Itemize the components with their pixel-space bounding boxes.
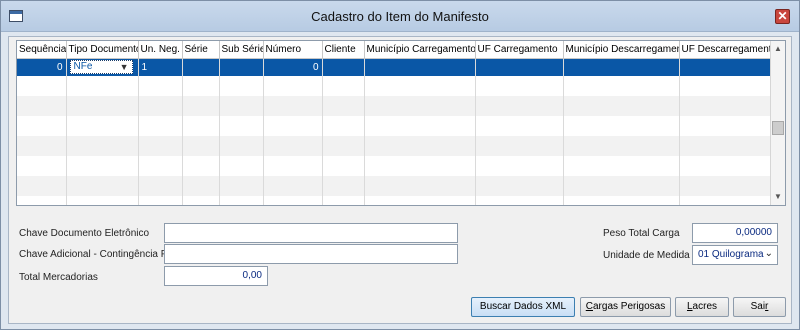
column-header-sequencia[interactable]: Sequência	[17, 41, 67, 59]
unidade-medida-label: Unidade de Medida	[603, 250, 690, 261]
empty-row	[17, 96, 772, 116]
chave-documento-label: Chave Documento Eletrônico	[19, 228, 150, 239]
table-row[interactable]: 0 NFe ▼ 1 0	[17, 58, 772, 76]
cargas-perigosas-button[interactable]: Cargas Perigosas	[580, 297, 671, 317]
close-button[interactable]: ✕	[775, 9, 790, 24]
unidade-medida-select[interactable]: 01 Quilograma ⌄	[692, 245, 778, 265]
peso-total-field[interactable]: 0,00000	[692, 223, 778, 243]
cell-serie[interactable]	[182, 58, 220, 76]
total-mercadorias-field[interactable]: 0,00	[164, 266, 268, 286]
peso-total-label: Peso Total Carga	[603, 228, 680, 239]
column-header-un-neg[interactable]: Un. Neg.	[138, 41, 183, 59]
empty-row	[17, 76, 772, 96]
cell-municipio-carregamento[interactable]	[364, 58, 476, 76]
cargas-perigosas-label: argas Perigosas	[592, 301, 666, 312]
content-panel: Sequência Tipo Documento Un. Neg. Série …	[8, 36, 792, 324]
sair-accelerator: r	[765, 301, 769, 312]
sair-label: Sai	[750, 301, 766, 312]
items-table: Sequência Tipo Documento Un. Neg. Série …	[17, 41, 772, 205]
empty-row	[17, 116, 772, 136]
total-mercadorias-label: Total Mercadorias	[19, 272, 98, 283]
chave-adicional-field[interactable]	[164, 244, 458, 264]
manifest-item-window: Cadastro do Item do Manifesto ✕ Sequênci…	[0, 0, 800, 330]
grid-vertical-scrollbar[interactable]: ▲ ▼	[770, 41, 785, 205]
lacres-label: acres	[692, 301, 717, 312]
column-header-uf-descarregamento[interactable]: UF Descarregamento	[679, 41, 772, 59]
column-header-municipio-descarregamento[interactable]: Município Descarregamento	[563, 41, 680, 59]
scroll-thumb[interactable]	[772, 121, 784, 135]
window-title: Cadastro do Item do Manifesto	[311, 9, 489, 24]
cargas-perigosas-accelerator: C	[585, 301, 593, 312]
cell-uf-carregamento[interactable]	[475, 58, 564, 76]
cell-sequencia[interactable]: 0	[17, 58, 67, 76]
column-header-uf-carregamento[interactable]: UF Carregamento	[475, 41, 564, 59]
chevron-down-icon: ⌄	[764, 248, 773, 259]
cell-cliente[interactable]	[322, 58, 365, 76]
cell-municipio-descarregamento[interactable]	[563, 58, 680, 76]
empty-row	[17, 196, 772, 205]
tipo-documento-value: NFe	[73, 61, 93, 73]
cell-numero[interactable]: 0	[263, 58, 323, 76]
tipo-documento-select[interactable]: NFe ▼	[69, 60, 133, 75]
empty-row	[17, 136, 772, 156]
column-header-sub-serie[interactable]: Sub Série	[219, 41, 264, 59]
column-header-serie[interactable]: Série	[182, 41, 220, 59]
scroll-up-icon[interactable]: ▲	[771, 42, 785, 56]
chave-adicional-label: Chave Adicional - Contingência FS	[19, 249, 174, 260]
column-header-cliente[interactable]: Cliente	[322, 41, 365, 59]
cell-tipo-documento[interactable]: NFe ▼	[66, 58, 139, 76]
empty-row	[17, 156, 772, 176]
column-header-municipio-carregamento[interactable]: Município Carregamento	[364, 41, 476, 59]
cell-uf-descarregamento[interactable]	[679, 58, 772, 76]
chevron-down-icon: ▼	[119, 62, 129, 73]
unidade-medida-value: 01 Quilograma	[698, 249, 764, 260]
grid-header-row: Sequência Tipo Documento Un. Neg. Série …	[17, 41, 772, 59]
cell-un-neg[interactable]: 1	[138, 58, 183, 76]
title-bar[interactable]: Cadastro do Item do Manifesto ✕	[1, 1, 799, 32]
items-grid[interactable]: Sequência Tipo Documento Un. Neg. Série …	[16, 40, 786, 206]
empty-row	[17, 176, 772, 196]
sair-button[interactable]: Sair	[733, 297, 786, 317]
column-header-tipo-documento[interactable]: Tipo Documento	[66, 41, 139, 59]
cell-sub-serie[interactable]	[219, 58, 264, 76]
chave-documento-field[interactable]	[164, 223, 458, 243]
lacres-button[interactable]: Lacres	[675, 297, 729, 317]
buscar-dados-xml-button[interactable]: Buscar Dados XML	[471, 297, 575, 317]
scroll-down-icon[interactable]: ▼	[771, 190, 785, 204]
column-header-numero[interactable]: Número	[263, 41, 323, 59]
